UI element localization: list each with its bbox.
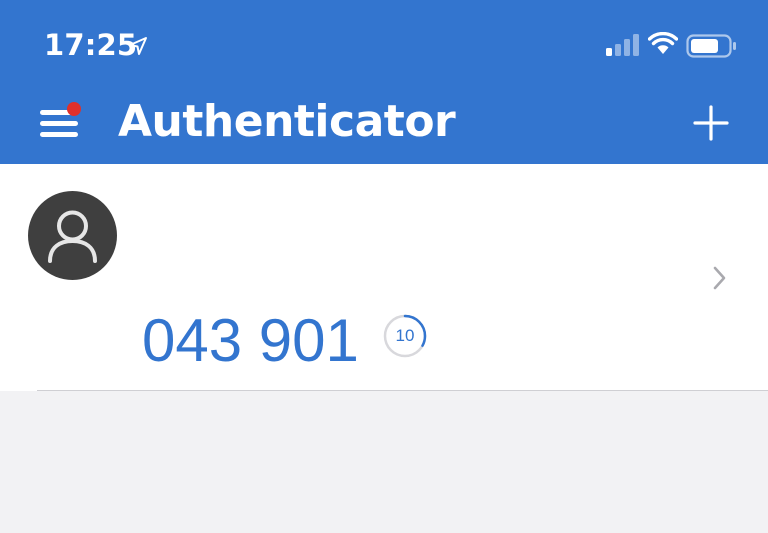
list-divider <box>37 390 768 391</box>
plus-icon <box>693 105 729 141</box>
cellular-signal-icon <box>606 34 639 56</box>
verification-code: 043 901 <box>142 307 359 374</box>
wifi-icon <box>648 32 678 54</box>
avatar <box>28 191 117 280</box>
menu-icon-bar <box>40 121 78 126</box>
battery-icon <box>686 34 736 58</box>
menu-icon-bar <box>40 132 78 137</box>
app-header: 17:25 Authenticator <box>0 0 768 164</box>
seconds-remaining: 10 <box>395 326 415 345</box>
countdown-timer: 10 <box>382 313 428 359</box>
status-bar-time: 17:25 <box>44 28 138 62</box>
chevron-right-icon <box>713 266 726 290</box>
page-title: Authenticator <box>118 96 456 147</box>
add-account-button[interactable] <box>690 102 732 144</box>
notification-dot <box>67 102 81 116</box>
user-icon <box>48 210 97 263</box>
menu-button[interactable] <box>38 102 82 140</box>
location-arrow-icon <box>129 37 147 55</box>
authenticator-screen: 17:25 Authenticator 043 901 10 <box>0 0 768 533</box>
account-list-item[interactable]: 043 901 10 <box>0 164 768 391</box>
